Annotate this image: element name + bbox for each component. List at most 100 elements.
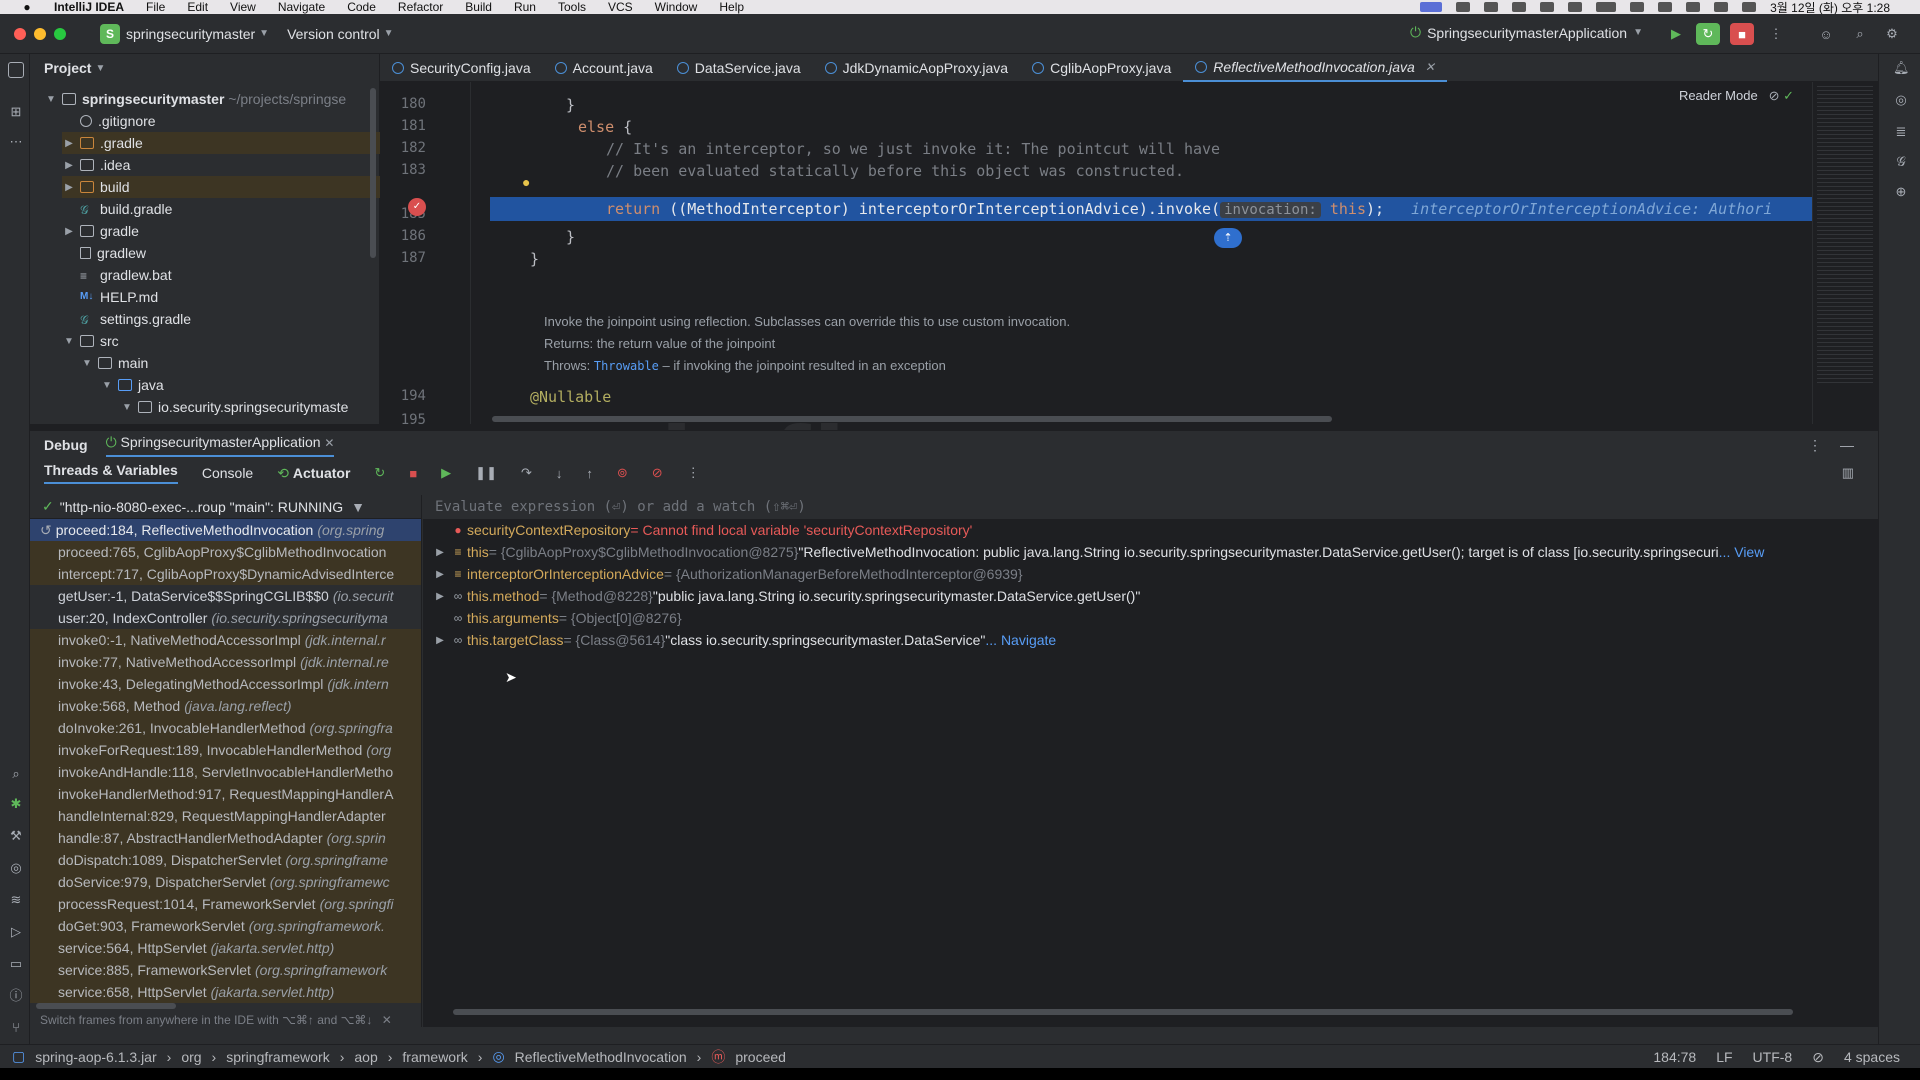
- tree-row-build[interactable]: ▶ build: [62, 176, 380, 198]
- stack-frame[interactable]: invoke:77, NativeMethodAccessorImpl (jdk.…: [30, 651, 421, 673]
- status-icon[interactable]: [1456, 2, 1471, 12]
- chevron-down-icon[interactable]: ▼: [384, 28, 394, 39]
- close-window-icon[interactable]: [14, 27, 26, 40]
- variables-scrollbar[interactable]: [453, 1009, 1793, 1015]
- view-link[interactable]: ... View: [1719, 544, 1765, 560]
- wifi-icon[interactable]: [1658, 2, 1673, 12]
- variable-row[interactable]: ▶ ∞ this.targetClass = {Class@5614} "class…: [423, 629, 1878, 651]
- file-encoding[interactable]: UTF-8: [1753, 1049, 1793, 1065]
- search-icon[interactable]: [1686, 2, 1701, 12]
- menu-help[interactable]: Help: [719, 0, 744, 14]
- siri-icon[interactable]: [1742, 2, 1757, 12]
- project-tool-icon[interactable]: [8, 62, 24, 78]
- stack-frame[interactable]: ↺ proceed:184, ReflectiveMethodInvocatio…: [30, 519, 421, 541]
- stop-icon[interactable]: ■: [1730, 23, 1754, 45]
- project-scrollbar[interactable]: [370, 88, 376, 258]
- git-tool-icon[interactable]: ⑂: [8, 1020, 24, 1036]
- variable-row[interactable]: ▶ ≡ this = {CglibAopProxy$CglibMethodInvoc…: [423, 541, 1878, 563]
- breadcrumb-item[interactable]: ReflectiveMethodInvocation: [515, 1049, 687, 1065]
- stack-frame[interactable]: invokeForRequest:189, InvocableHandlerMe…: [30, 739, 421, 761]
- apple-icon[interactable]: ●: [18, 0, 36, 14]
- frames-scrollbar[interactable]: [36, 1003, 176, 1009]
- tab-console[interactable]: Console: [202, 465, 253, 481]
- menu-window[interactable]: Window: [655, 0, 698, 14]
- stack-frame[interactable]: service:658, HttpServlet (jakarta.servlet…: [30, 981, 421, 1003]
- thread-selector[interactable]: ✓ "http-nio-8080-exec-...roup "main": RU…: [30, 495, 421, 519]
- stack-frame[interactable]: doInvoke:261, InvocableHandlerMethod (org…: [30, 717, 421, 739]
- services-tool-icon[interactable]: ◎: [8, 860, 24, 876]
- status-icon[interactable]: [1512, 2, 1527, 12]
- chevron-down-icon[interactable]: ▼: [95, 63, 105, 74]
- menu-edit[interactable]: Edit: [187, 0, 208, 14]
- close-icon[interactable]: ✕: [324, 436, 334, 450]
- settings-icon[interactable]: ⚙: [1880, 23, 1904, 45]
- search-icon[interactable]: ⌕: [1848, 23, 1872, 45]
- menu-run[interactable]: Run: [514, 0, 536, 14]
- stop-icon[interactable]: ■: [409, 466, 417, 481]
- battery-icon[interactable]: [1596, 2, 1617, 12]
- pause-icon[interactable]: ❚❚: [475, 465, 497, 481]
- tree-row-gradlew[interactable]: gradlew: [62, 242, 146, 264]
- menu-build[interactable]: Build: [465, 0, 492, 14]
- database-icon[interactable]: ≣: [1893, 124, 1909, 140]
- problems-tool-icon[interactable]: ⓘ: [8, 988, 24, 1004]
- chevron-down-icon[interactable]: ▼: [44, 94, 58, 105]
- menu-vcs[interactable]: VCS: [608, 0, 633, 14]
- close-icon[interactable]: ✕: [382, 1013, 392, 1027]
- indent-setting[interactable]: 4 spaces: [1844, 1049, 1900, 1065]
- tree-row-src[interactable]: ▼ src: [62, 330, 119, 352]
- tree-row-root[interactable]: ▼ springsecuritymaster ~/projects/spring…: [44, 88, 346, 110]
- notifications-icon[interactable]: 🔔︎: [1893, 60, 1910, 76]
- stack-frame[interactable]: invoke0:-1, NativeMethodAccessorImpl (jdk…: [30, 629, 421, 651]
- chevron-right-icon[interactable]: ▶: [431, 591, 449, 602]
- tab-actuator[interactable]: ⟲ Actuator: [277, 465, 350, 482]
- search-icon[interactable]: ⌕: [8, 766, 24, 782]
- stack-frame[interactable]: intercept:717, CglibAopProxy$DynamicAdvi…: [30, 563, 421, 585]
- status-icon[interactable]: [1540, 2, 1555, 12]
- menu-view[interactable]: View: [230, 0, 256, 14]
- evaluate-expression-input[interactable]: Evaluate expression (⏎) or add a watch (…: [423, 495, 1878, 519]
- structure-tool-icon[interactable]: ⊞: [8, 104, 24, 120]
- stack-frame[interactable]: handle:87, AbstractHandlerMethodAdapter(…: [30, 827, 421, 849]
- tab-threads-variables[interactable]: Threads & Variables: [44, 462, 178, 484]
- stack-frame[interactable]: invoke:568, Method (java.lang.reflect): [30, 695, 421, 717]
- step-over-icon[interactable]: ↷: [521, 465, 532, 481]
- step-out-icon[interactable]: ↑: [586, 466, 593, 481]
- bluetooth-icon[interactable]: [1568, 2, 1583, 12]
- stack-frame[interactable]: invokeAndHandle:118, ServletInvocableHan…: [30, 761, 421, 783]
- tree-row-gradle[interactable]: ▶ gradle: [62, 220, 139, 242]
- debug-session-tab[interactable]: ⏻ SpringsecuritymasterApplication ✕: [105, 434, 335, 457]
- menu-tools[interactable]: Tools: [558, 0, 586, 14]
- gradle-tool-icon[interactable]: 𝒢: [1893, 154, 1909, 170]
- caret-position[interactable]: 184:78: [1653, 1049, 1696, 1065]
- chevron-right-icon[interactable]: ▶: [62, 226, 76, 237]
- chevron-down-icon[interactable]: ▼: [120, 402, 134, 413]
- tree-row-gradlew-bat[interactable]: ≡ gradlew.bat: [62, 264, 172, 286]
- navigate-link[interactable]: ... Navigate: [985, 632, 1056, 648]
- reader-mode-toggle[interactable]: Reader Mode ⊘ ✓: [1679, 88, 1794, 104]
- tree-row-gitignore[interactable]: .gitignore: [62, 110, 156, 132]
- stack-frame[interactable]: service:564, HttpServlet (jakarta.servlet…: [30, 937, 421, 959]
- variable-row[interactable]: ● securityContextRepository = Cannot find…: [423, 519, 1878, 541]
- status-icon[interactable]: [1484, 2, 1499, 12]
- menu-code[interactable]: Code: [347, 0, 376, 14]
- run-tool-icon[interactable]: ▷: [8, 924, 24, 940]
- ai-assistant-icon[interactable]: ◎: [1893, 92, 1909, 108]
- chevron-right-icon[interactable]: ▶: [431, 547, 449, 558]
- rerun-icon[interactable]: ↻: [1696, 23, 1720, 45]
- tree-row-settings-gradle[interactable]: 𝒢settings.gradle: [62, 308, 191, 330]
- readonly-icon[interactable]: ⊘: [1812, 1049, 1824, 1066]
- endpoints-icon[interactable]: ⊕: [1893, 184, 1909, 200]
- breadcrumb-item[interactable]: aop: [354, 1049, 377, 1065]
- app-menu[interactable]: IntelliJ IDEA: [54, 0, 124, 14]
- chevron-right-icon[interactable]: ▶: [62, 138, 76, 149]
- version-control-menu[interactable]: Version control: [287, 26, 380, 42]
- eye-off-icon[interactable]: ⊘: [1769, 88, 1780, 103]
- tree-row-help-md[interactable]: M↓ HELP.md: [62, 286, 158, 308]
- stack-frame[interactable]: invokeHandlerMethod:917, RequestMappingH…: [30, 783, 421, 805]
- tab-jdkdynamicaopproxy[interactable]: JdkDynamicAopProxy.java: [813, 54, 1020, 82]
- run-configuration-selector[interactable]: ⏻ SpringsecuritymasterApplication ▼: [1410, 24, 1643, 41]
- more-icon[interactable]: ⋮: [1764, 23, 1788, 45]
- tab-account[interactable]: Account.java: [543, 54, 665, 82]
- step-into-icon[interactable]: ↓: [556, 466, 563, 481]
